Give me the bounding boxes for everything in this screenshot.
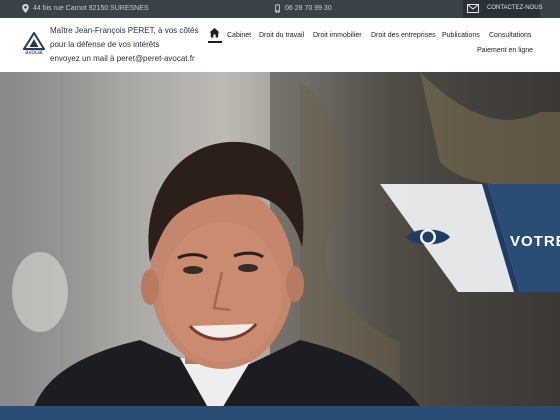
intro-text: Maître Jean-François PERET, à vos côtés … [50,24,199,66]
nav-item-paiement-en-ligne[interactable]: Paiement en ligne [477,47,533,54]
eye-icon [406,229,450,245]
contact-button-label: CONTACTEZ-NOUS [487,5,543,11]
phone-icon [275,4,280,13]
hero-slider [0,72,560,420]
logo-triangle-icon [23,32,45,50]
nav-item-cabinet[interactable]: Cabinet [227,32,251,39]
map-marker-icon [22,4,29,13]
site-header: avocat Maître Jean-François PERET, à vos… [0,18,560,72]
intro-email-line[interactable]: envoyez un mail à peret@peret-avocat.fr [50,52,199,66]
nav-item-droit-immobilier[interactable]: Droit immobilier [313,32,362,39]
logo-text: avocat [25,50,43,56]
hero-banner-text: VOTRE [510,233,560,250]
nav-item-publications[interactable]: Publications [442,32,480,39]
contact-button[interactable]: CONTACTEZ-NOUS [463,0,543,18]
top-bar: 44 bis rue Carnot 92150 SURESNES 06 28 7… [0,0,560,18]
home-icon[interactable] [209,26,220,40]
active-nav-underline [208,41,222,43]
nav-item-droit-des-entreprises[interactable]: Droit des entreprises [371,32,436,39]
envelope-icon [467,4,479,13]
nav-item-consultations[interactable]: Consultations [489,32,531,39]
hero-bottom-strip [0,406,560,420]
nav-item-droit-du-travail[interactable]: Droit du travail [259,32,304,39]
address-text: 44 bis rue Carnot 92150 SURESNES [33,4,149,12]
site-logo[interactable]: avocat [20,32,48,60]
intro-line-2: pour la défense de vos intérêts [50,40,160,49]
phone-number[interactable]: 06 28 70 99 30 [285,5,332,12]
intro-line-1: Maître Jean-François PERET, à vos côtés [50,26,199,35]
